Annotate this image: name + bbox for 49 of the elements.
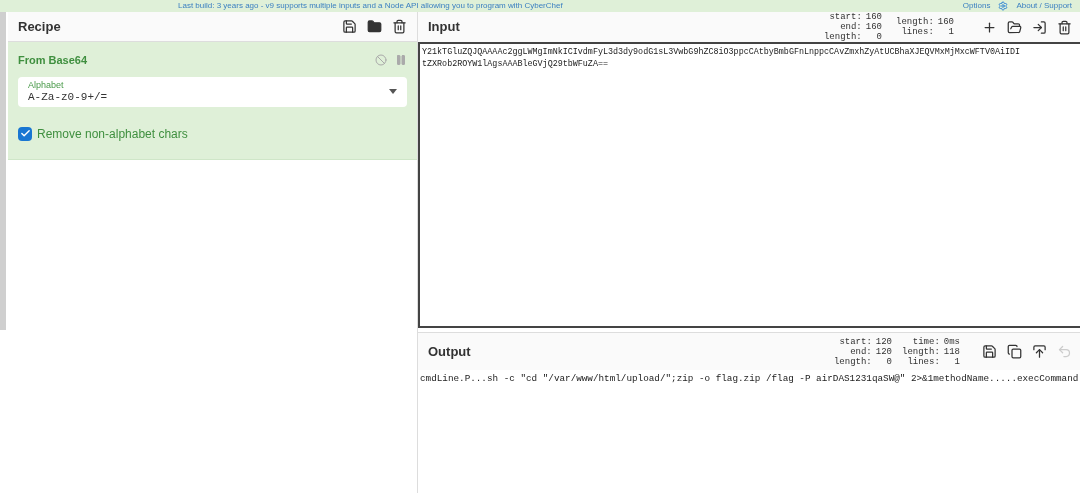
about-link[interactable]: About / Support: [1016, 1, 1072, 11]
stat-value: 160: [937, 17, 954, 27]
stat-label: length:: [833, 356, 872, 367]
banner-message: Last build: 3 years ago - v9 supports multiple inputs and a Node API allowing you to program with CyberChef: [178, 1, 563, 11]
panel-title: Output: [428, 342, 471, 361]
save-icon[interactable]: [982, 344, 997, 359]
stat-label: start:: [828, 12, 862, 22]
stat-value: 120: [875, 346, 892, 357]
stat-label: length:: [902, 346, 940, 357]
stat-label: lines:: [907, 356, 940, 367]
stat-value: 0ms: [943, 336, 960, 347]
output-text: cmdLine.P...sh -c "cd "/var/www/html/upload/";zip -o flag.zip /flag -P airDAS1231qaSW@" 2>&1methodName.....execCommand: [419, 372, 1080, 386]
stat-value: 0: [885, 356, 892, 367]
stat-label: end:: [849, 346, 872, 357]
stat-value: 1: [953, 356, 960, 367]
copy-icon[interactable]: [1007, 344, 1022, 359]
stat-value: 160: [865, 12, 882, 22]
delete-icon[interactable]: [392, 19, 407, 34]
import-icon[interactable]: [1032, 19, 1047, 35]
panel-title: Input: [428, 18, 460, 37]
stat-label: end:: [839, 22, 862, 32]
field-label: Alphabet: [28, 79, 65, 91]
stat-label: time:: [911, 336, 940, 347]
folder-icon[interactable]: [1007, 19, 1022, 35]
panel-title: Recipe: [18, 17, 61, 36]
checkbox[interactable]: [18, 126, 32, 141]
save-icon[interactable]: [342, 19, 357, 34]
stat-value: 160: [865, 22, 882, 32]
input-textarea[interactable]: Y21kTGluZQJQAAAAc2ggLWMgImNkICIvdmFyL3d3dy9odG1sL3VwbG9hZC8iO3ppcCAtbyBmbGFnLnppcCAvZmxhZyAtUCBhaXJEQVMxMjMxcWFTV0AiIDI tZXRob2ROYW1lAgsAAABleGVjQ29tbWFuZA==: [418, 42, 1080, 328]
field-value: A-Za-z0-9+/=: [28, 90, 109, 104]
caret-icon: [389, 89, 397, 94]
stat-value: 118: [943, 346, 960, 357]
add-icon[interactable]: [982, 19, 997, 35]
folder-icon[interactable]: [367, 19, 382, 34]
input-text: tZXRob2ROYW1lAgsAAABleGVjQ29tbWFuZA==: [422, 58, 609, 70]
input-text: Y21kTGluZQJQAAAAc2ggLWMgImNkICIvdmFyL3d3dy9odG1sL3VwbG9hZC8iO3ppcCAtbyBmbGFnLnppcCAvZmxhZyAtUCBhaXJEQVMxMjMxcWFTV0AiIDI: [422, 46, 1022, 58]
stat-value: 120: [875, 336, 892, 347]
stat-value: 1: [947, 27, 954, 37]
delete-icon[interactable]: [1057, 19, 1072, 35]
replace-input-icon[interactable]: [1032, 344, 1047, 359]
operation-title: From Base64: [18, 53, 88, 68]
alphabet-select[interactable]: Alphabet A-Za-z0-9+/=: [18, 76, 407, 107]
stat-label: lines:: [900, 27, 934, 37]
stat-value: 0: [875, 32, 882, 42]
stat-label: length:: [896, 17, 934, 27]
stat-label: start:: [838, 336, 872, 347]
options-link[interactable]: Options: [962, 1, 991, 11]
checkbox-label: Remove non-alphabet chars: [37, 125, 188, 143]
stat-label: length:: [823, 32, 862, 42]
